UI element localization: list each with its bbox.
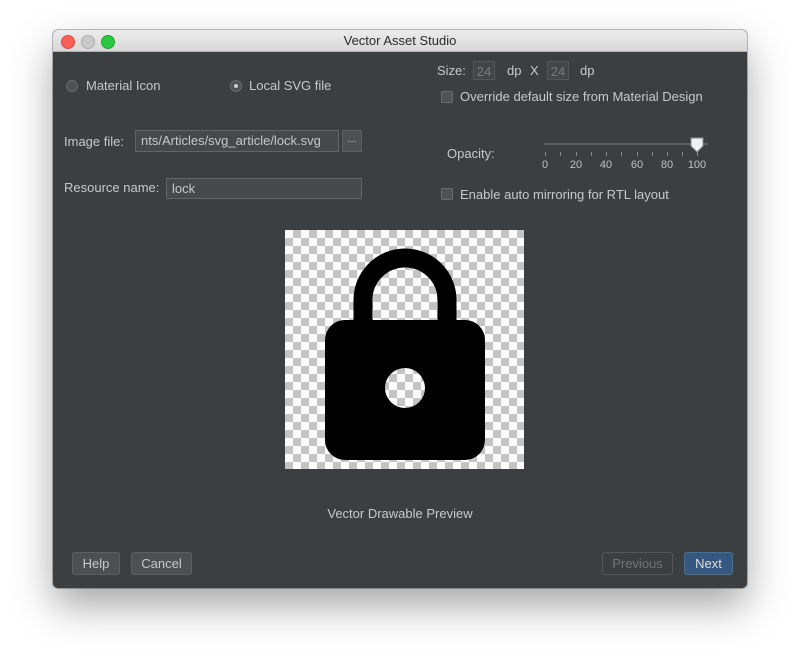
size-height-field[interactable]: 24 bbox=[547, 61, 569, 80]
opacity-tick bbox=[652, 152, 653, 156]
window-title: Vector Asset Studio bbox=[343, 33, 457, 48]
opacity-tick bbox=[560, 152, 561, 156]
opacity-tick bbox=[545, 152, 546, 156]
opacity-tick bbox=[576, 152, 577, 156]
local-svg-label[interactable]: Local SVG file bbox=[249, 78, 331, 93]
opacity-tick-label: 0 bbox=[541, 159, 549, 171]
opacity-label: Opacity: bbox=[447, 146, 495, 161]
next-button[interactable]: Next bbox=[684, 552, 733, 575]
vector-drawable-preview bbox=[285, 230, 524, 469]
opacity-tick bbox=[606, 152, 607, 156]
help-button[interactable]: Help bbox=[72, 552, 120, 575]
resource-name-field[interactable]: lock bbox=[166, 178, 362, 199]
browse-button[interactable]: ... bbox=[342, 130, 362, 152]
opacity-slider-thumb[interactable] bbox=[690, 137, 704, 153]
size-height-unit: dp bbox=[580, 63, 595, 78]
image-file-label: Image file: bbox=[64, 134, 124, 149]
local-svg-radio[interactable] bbox=[230, 80, 242, 92]
opacity-tick bbox=[591, 152, 592, 156]
cancel-button[interactable]: Cancel bbox=[131, 552, 192, 575]
resource-name-label: Resource name: bbox=[64, 180, 160, 195]
override-size-label[interactable]: Override default size from Material Desi… bbox=[460, 89, 703, 104]
image-file-field[interactable]: nts/Articles/svg_article/lock.svg bbox=[135, 130, 339, 152]
override-size-checkbox[interactable] bbox=[441, 91, 453, 103]
opacity-tick bbox=[621, 152, 622, 156]
rtl-mirroring-label[interactable]: Enable auto mirroring for RTL layout bbox=[460, 187, 669, 202]
opacity-tick-label: 20 bbox=[569, 159, 583, 171]
vector-asset-studio-dialog: Vector Asset Studio Material Icon Local … bbox=[53, 30, 747, 588]
size-width-unit: dp bbox=[507, 63, 522, 78]
opacity-tick-label: 60 bbox=[630, 159, 644, 171]
material-icon-label[interactable]: Material Icon bbox=[86, 78, 160, 93]
material-icon-radio[interactable] bbox=[66, 80, 78, 92]
opacity-tick bbox=[667, 152, 668, 156]
opacity-slider-track[interactable] bbox=[544, 143, 708, 145]
size-separator: X bbox=[530, 63, 539, 78]
size-width-field[interactable]: 24 bbox=[473, 61, 495, 80]
lock-icon bbox=[325, 248, 485, 460]
opacity-tick-label: 80 bbox=[660, 159, 674, 171]
rtl-mirroring-checkbox[interactable] bbox=[441, 188, 453, 200]
opacity-tick bbox=[682, 152, 683, 156]
opacity-tick-label: 100 bbox=[687, 159, 707, 171]
size-label: Size: bbox=[437, 63, 466, 78]
preview-caption: Vector Drawable Preview bbox=[327, 506, 473, 521]
opacity-tick-label: 40 bbox=[599, 159, 613, 171]
opacity-tick bbox=[637, 152, 638, 156]
title-bar: Vector Asset Studio bbox=[53, 30, 747, 52]
previous-button[interactable]: Previous bbox=[602, 552, 673, 575]
